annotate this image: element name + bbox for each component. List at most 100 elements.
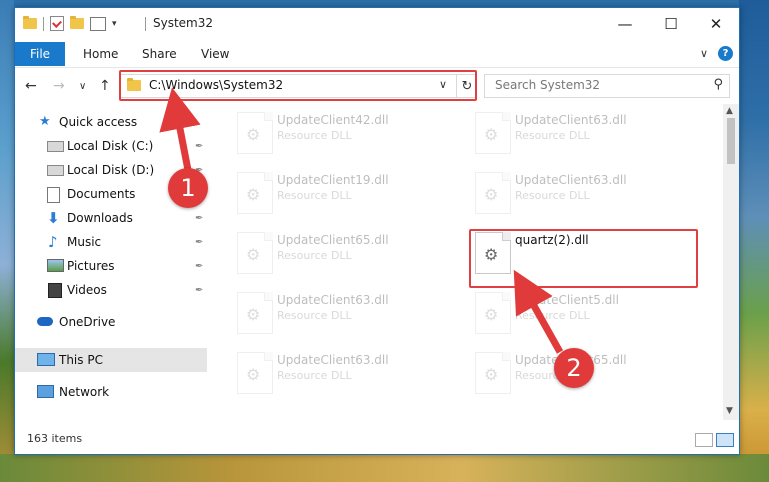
desktop-background-right	[739, 0, 769, 482]
sidebar-item-this-pc[interactable]: This PC	[15, 348, 207, 372]
pin-icon[interactable]: ✒	[195, 141, 203, 152]
sidebar-item-label: Downloads	[67, 211, 133, 225]
pin-icon[interactable]: ✒	[195, 285, 203, 296]
file-description: Resource DLL	[515, 309, 590, 322]
back-button[interactable]: ←	[25, 78, 37, 94]
dll-file-icon: ⚙	[237, 352, 273, 394]
sidebar-item-label: Videos	[67, 283, 107, 297]
list-item[interactable]: ⚙ UpdateClient19.dll Resource DLL	[231, 166, 461, 220]
list-item[interactable]: ⚙ UpdateClient63.dll Resource DLL	[469, 106, 699, 160]
chevron-down-icon[interactable]: ▾	[112, 19, 117, 29]
new-folder-icon[interactable]	[70, 16, 84, 29]
sidebar-item-downloads[interactable]: ⬇ Downloads ✒	[15, 206, 207, 230]
music-icon: ♪	[48, 233, 58, 251]
ribbon-tabs: File Home Share View ∨ ?	[15, 42, 739, 66]
pin-icon[interactable]: ✒	[195, 237, 203, 248]
sidebar-item-onedrive[interactable]: OneDrive	[15, 310, 207, 334]
customize-toolbar-icon[interactable]	[90, 16, 106, 31]
documents-icon	[47, 187, 60, 203]
pictures-icon	[47, 259, 64, 272]
sidebar-item-label: Documents	[67, 187, 136, 201]
ribbon-collapse-icon[interactable]: ∨	[700, 47, 708, 60]
explorer-window: ▾ System32 — ☐ ✕ File Home Share View ∨ …	[14, 7, 740, 455]
toolbar-divider	[43, 16, 44, 31]
up-button[interactable]: ↑	[99, 78, 111, 94]
scroll-up-icon[interactable]: ▲	[726, 106, 733, 116]
file-description: Resource DLL	[515, 129, 590, 142]
tab-view[interactable]: View	[201, 42, 229, 66]
file-name: UpdateClient63.dll	[515, 113, 627, 127]
large-icons-view-icon[interactable]	[716, 433, 734, 447]
file-description: Resource DLL	[277, 369, 352, 382]
file-name: UpdateClient65.dll	[277, 233, 389, 247]
details-view-icon[interactable]	[695, 433, 713, 447]
search-icon[interactable]: ⚲	[713, 77, 723, 92]
gear-icon: ⚙	[484, 185, 499, 204]
file-description: Resource DLL	[277, 129, 352, 142]
file-description: Resource DLL	[277, 309, 352, 322]
pin-icon[interactable]: ✒	[195, 261, 203, 272]
scroll-thumb[interactable]	[727, 118, 735, 164]
tab-share[interactable]: Share	[142, 42, 177, 66]
gear-icon: ⚙	[246, 245, 261, 264]
sidebar-item-videos[interactable]: Videos ✒	[15, 278, 207, 302]
dll-file-icon: ⚙	[475, 172, 511, 214]
window-title: System32	[153, 16, 214, 30]
dll-file-icon: ⚙	[237, 232, 273, 274]
computer-icon	[37, 353, 55, 366]
file-name: UpdateClient19.dll	[277, 173, 389, 187]
dll-file-icon: ⚙	[475, 112, 511, 154]
sidebar-item-label: Network	[59, 385, 110, 399]
tab-home[interactable]: Home	[83, 42, 118, 66]
list-item[interactable]: ⚙ UpdateClient63.dll Resource DLL	[231, 286, 461, 340]
sidebar-item-network[interactable]: Network	[15, 380, 207, 404]
title-divider	[145, 17, 146, 31]
minimize-button[interactable]: —	[602, 8, 648, 39]
dll-file-icon: ⚙	[475, 292, 511, 334]
dll-file-icon: ⚙	[237, 172, 273, 214]
file-name: UpdateClient5.dll	[515, 293, 619, 307]
gear-icon: ⚙	[484, 305, 499, 324]
maximize-button[interactable]: ☐	[648, 8, 694, 39]
download-icon: ⬇	[47, 209, 60, 227]
navigation-pane: ★ Quick access Local Disk (C:) ✒ Local D…	[15, 104, 207, 420]
address-bar-highlight	[119, 70, 477, 101]
sidebar-item-local-disk-c[interactable]: Local Disk (C:) ✒	[15, 134, 207, 158]
item-count: 163 items	[27, 432, 83, 445]
pin-icon[interactable]: ✒	[195, 213, 203, 224]
properties-icon[interactable]	[50, 16, 64, 31]
search-box[interactable]: Search System32 ⚲	[484, 74, 730, 98]
sidebar-item-label: Music	[67, 235, 102, 249]
gear-icon: ⚙	[484, 125, 499, 144]
tab-file[interactable]: File	[15, 42, 65, 66]
list-item[interactable]: ⚙ UpdateClient42.dll Resource DLL	[231, 106, 461, 160]
star-icon: ★	[39, 114, 51, 129]
file-description: Resource DLL	[277, 249, 352, 262]
gear-icon: ⚙	[484, 365, 499, 384]
gear-icon: ⚙	[246, 305, 261, 324]
sidebar-item-quick-access[interactable]: ★ Quick access	[15, 110, 207, 134]
dll-file-icon: ⚙	[237, 292, 273, 334]
desktop-background-bottom	[0, 454, 769, 482]
quick-access-toolbar: ▾	[23, 16, 117, 31]
list-item[interactable]: ⚙ UpdateClient63.dll Resource DLL	[469, 166, 699, 220]
recent-locations-button[interactable]: ∨	[79, 81, 86, 92]
list-item[interactable]: ⚙ UpdateClient63.dll Resource DLL	[231, 346, 461, 400]
sidebar-item-music[interactable]: ♪ Music ✒	[15, 230, 207, 254]
search-input[interactable]: Search System32	[495, 78, 600, 92]
title-bar: ▾ System32 — ☐ ✕	[15, 8, 739, 39]
gear-icon: ⚙	[246, 185, 261, 204]
cloud-icon	[37, 317, 53, 326]
sidebar-item-pictures[interactable]: Pictures ✒	[15, 254, 207, 278]
forward-button[interactable]: →	[53, 78, 65, 94]
sidebar-item-label: Local Disk (D:)	[67, 163, 155, 177]
file-name: UpdateClient63.dll	[277, 353, 389, 367]
file-description: Resource DLL	[515, 189, 590, 202]
file-name: UpdateClient63.dll	[515, 173, 627, 187]
list-item[interactable]: ⚙ UpdateClient5.dll Resource DLL	[469, 286, 699, 340]
help-icon[interactable]: ?	[718, 46, 733, 61]
close-button[interactable]: ✕	[693, 8, 739, 39]
scroll-down-icon[interactable]: ▼	[726, 406, 733, 416]
list-item[interactable]: ⚙ UpdateClient65.dll Resource DLL	[231, 226, 461, 280]
vertical-scrollbar[interactable]: ▲ ▼	[723, 104, 739, 420]
